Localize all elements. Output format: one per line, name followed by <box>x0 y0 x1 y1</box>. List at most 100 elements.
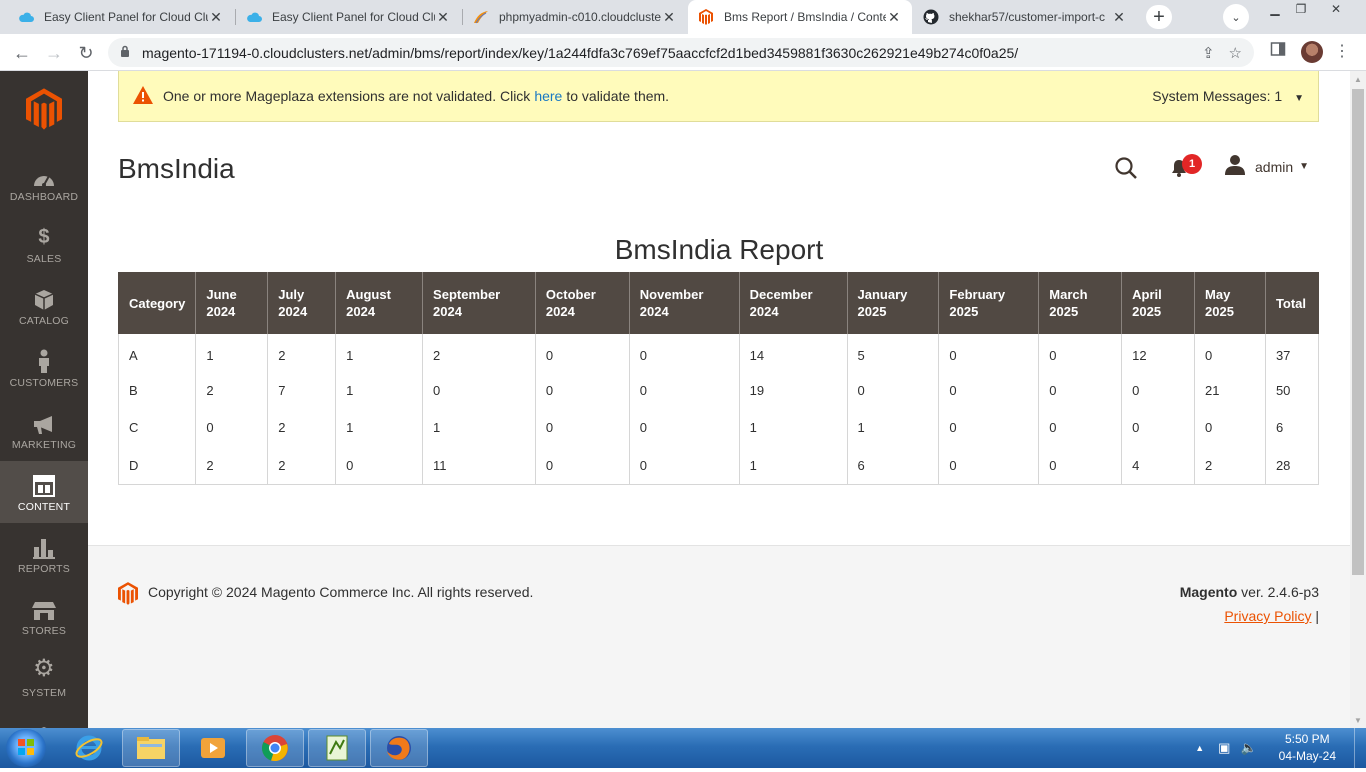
privacy-policy: Privacy Policy | <box>1224 608 1319 624</box>
media-player-icon[interactable] <box>184 729 242 767</box>
scroll-up-icon[interactable]: ▲ <box>1350 71 1366 87</box>
close-icon[interactable]: ✕ <box>435 9 451 26</box>
close-icon[interactable]: ✕ <box>661 9 677 26</box>
value-cell: 0 <box>628 371 740 409</box>
sidebar-item-marketing[interactable]: MARKETING <box>0 399 88 461</box>
sidebar-item-system[interactable]: ⚙ SYSTEM <box>0 647 88 709</box>
firefox-icon[interactable] <box>370 729 428 767</box>
column-header: October 2024 <box>534 272 630 334</box>
value-cell: 0 <box>1121 409 1195 447</box>
value-cell: 0 <box>628 334 740 372</box>
forward-arrow-icon[interactable]: → <box>42 41 66 65</box>
column-header: February 2025 <box>938 272 1039 334</box>
category-cell: A <box>117 334 196 372</box>
system-tray: ▲ ▣ 🔈 5:50 PM 04-May-24 <box>1195 728 1366 768</box>
chrome-icon[interactable] <box>246 729 304 767</box>
browser-tab-active[interactable]: Bms Report / BmsIndia / Conte ✕ <box>688 0 912 34</box>
file-explorer-icon[interactable] <box>122 729 180 767</box>
value-cell: 0 <box>1038 409 1122 447</box>
dashboard-icon <box>0 159 88 187</box>
value-cell: 0 <box>938 371 1039 409</box>
gear-icon: ⚙ <box>33 655 55 682</box>
side-panel-icon[interactable] <box>1270 41 1286 57</box>
value-cell: 5 <box>846 334 939 372</box>
magento-logo-icon[interactable] <box>26 88 62 130</box>
value-cell: 2 <box>267 446 336 485</box>
value-cell: 0 <box>938 334 1039 372</box>
value-cell: 0 <box>534 371 630 409</box>
sidebar-item-reports[interactable]: REPORTS <box>0 523 88 585</box>
layout-icon <box>0 469 88 497</box>
column-header: Category <box>117 272 196 334</box>
column-header: June 2024 <box>195 272 268 334</box>
stack-icon <box>0 717 88 728</box>
browser-tab[interactable]: Easy Client Panel for Cloud Clu ✕ <box>236 0 461 34</box>
search-icon[interactable] <box>1115 157 1137 179</box>
system-message-bar: One or more Mageplaza extensions are not… <box>118 71 1319 122</box>
dollar-icon: $ <box>38 226 50 248</box>
new-tab-button[interactable]: + <box>1146 5 1172 29</box>
clock[interactable]: 5:50 PM 04-May-24 <box>1279 731 1336 765</box>
sidebar-item-stores[interactable]: STORES <box>0 585 88 647</box>
value-cell: 0 <box>534 334 630 372</box>
minimize-icon[interactable]: ▁ <box>1262 0 1288 18</box>
validate-link[interactable]: here <box>534 88 562 104</box>
sidebar-item-partial[interactable] <box>0 709 88 728</box>
volume-icon[interactable]: 🔈 <box>1240 740 1256 756</box>
page-title: BmsIndia <box>118 153 235 184</box>
system-messages-toggle[interactable]: System Messages: 1 ▼ <box>1152 88 1304 104</box>
scroll-down-icon[interactable]: ▼ <box>1350 712 1366 728</box>
column-header: April 2025 <box>1121 272 1195 334</box>
category-cell: D <box>117 446 196 485</box>
internet-explorer-icon[interactable] <box>60 729 118 767</box>
report-title: BmsIndia Report <box>614 234 824 265</box>
column-header: November 2024 <box>628 272 740 334</box>
browser-tab[interactable]: shekhar57/customer-import-c ✕ <box>913 0 1137 34</box>
main-content: One or more Mageplaza extensions are not… <box>88 71 1350 728</box>
share-icon[interactable]: ⇪ <box>1202 44 1215 62</box>
browser-tab[interactable]: Easy Client Panel for Cloud Clu ✕ <box>8 0 234 34</box>
value-cell: 11 <box>422 446 536 485</box>
star-icon[interactable]: ☆ <box>1229 44 1242 62</box>
start-button[interactable] <box>6 729 46 767</box>
value-cell: 0 <box>1121 371 1195 409</box>
sidebar-item-content[interactable]: CONTENT <box>0 461 88 523</box>
value-cell: 0 <box>335 446 423 485</box>
close-icon[interactable]: ✕ <box>208 9 224 26</box>
value-cell: 0 <box>1194 409 1266 447</box>
chevron-down-icon[interactable]: ⌄ <box>1223 4 1249 30</box>
total-cell: 50 <box>1264 371 1320 409</box>
privacy-policy-link[interactable]: Privacy Policy <box>1224 608 1311 624</box>
network-icon[interactable]: ▣ <box>1218 740 1230 756</box>
table-row: D 2 2 0 11 0 0 1 6 0 0 4 2 28 <box>117 446 1320 485</box>
reload-icon[interactable]: ↻ <box>74 41 98 65</box>
browser-tab[interactable]: phpmyadmin-c010.cloudcluste ✕ <box>463 0 687 34</box>
maximize-icon[interactable]: ❐ <box>1288 0 1314 18</box>
version-text: Magento ver. 2.4.6-p3 <box>1179 584 1319 600</box>
close-icon[interactable]: ✕ <box>886 9 902 26</box>
table-header-row: Category June 2024 July 2024 August 2024… <box>117 272 1319 334</box>
tray-expand-icon[interactable]: ▲ <box>1195 743 1204 753</box>
value-cell: 0 <box>938 409 1039 447</box>
admin-user-menu[interactable]: admin ▼ <box>1225 155 1309 178</box>
value-cell: 19 <box>738 371 848 409</box>
value-cell: 1 <box>335 334 423 372</box>
close-window-icon[interactable]: ✕ <box>1314 0 1358 18</box>
value-cell: 1 <box>846 409 939 447</box>
back-arrow-icon[interactable]: ← <box>10 41 34 65</box>
sidebar-item-dashboard[interactable]: DASHBOARD <box>0 151 88 213</box>
avatar[interactable] <box>1301 41 1323 63</box>
value-cell: 1 <box>195 334 268 372</box>
page-scrollbar[interactable]: ▲ ▼ <box>1350 71 1366 728</box>
phpmyadmin-icon <box>473 9 489 25</box>
address-bar[interactable]: magento-171194-0.cloudclusters.net/admin… <box>108 38 1254 67</box>
close-icon[interactable]: ✕ <box>1111 9 1127 26</box>
kebab-menu-icon[interactable]: ⋮ <box>1334 41 1350 61</box>
notification-count-badge[interactable]: 1 <box>1182 154 1202 174</box>
sidebar-item-sales[interactable]: $ SALES <box>0 213 88 275</box>
sidebar-item-catalog[interactable]: CATALOG <box>0 275 88 337</box>
scrollbar-thumb[interactable] <box>1352 89 1364 575</box>
sidebar-item-customers[interactable]: CUSTOMERS <box>0 337 88 399</box>
notepad-plus-plus-icon[interactable] <box>308 729 366 767</box>
show-desktop-button[interactable] <box>1354 728 1366 768</box>
